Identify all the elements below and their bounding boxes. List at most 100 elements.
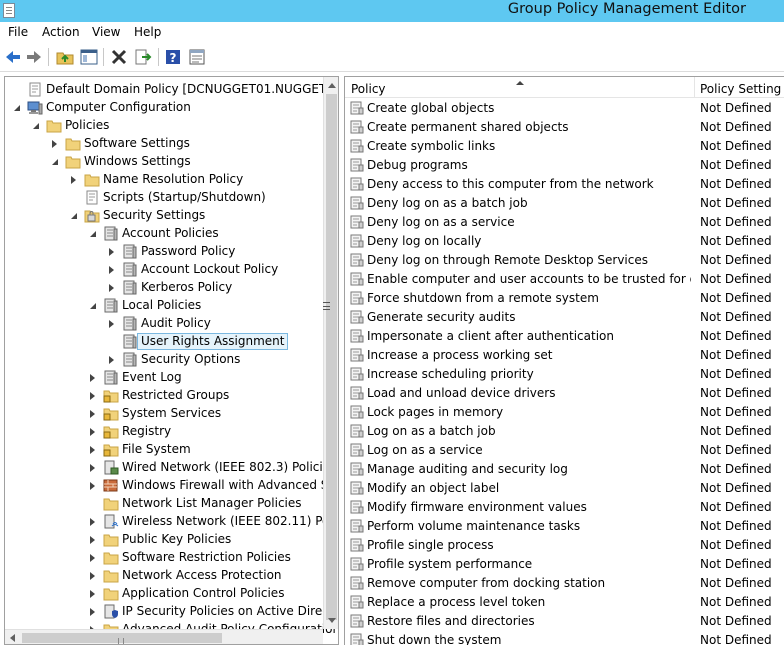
- policy-row[interactable]: Profile system performance Not Defined: [345, 555, 784, 574]
- tree-item-label[interactable]: Kerberos Policy: [141, 280, 232, 295]
- scroll-down-icon[interactable]: [328, 618, 336, 623]
- tree-vertical-scrollbar[interactable]: [323, 77, 338, 629]
- policy-row[interactable]: Force shutdown from a remote system Not D…: [345, 289, 784, 308]
- tree-item-label[interactable]: Windows Firewall with Advanced Security: [122, 478, 338, 493]
- export-list-icon[interactable]: [133, 47, 153, 67]
- policy-row[interactable]: Create global objects Not Defined: [345, 99, 784, 118]
- tree-item-label[interactable]: Software Settings: [84, 136, 190, 151]
- policy-row[interactable]: Log on as a batch job Not Defined: [345, 422, 784, 441]
- collapsed-arrow-icon[interactable]: [109, 320, 114, 328]
- tree-item-label[interactable]: Wired Network (IEEE 802.3) Policies: [122, 460, 336, 475]
- tree-item-label[interactable]: IP Security Policies on Active Directory: [122, 604, 338, 619]
- tree-item-label[interactable]: Restricted Groups: [122, 388, 229, 403]
- tree-item-label[interactable]: Account Lockout Policy: [141, 262, 278, 277]
- collapsed-arrow-icon[interactable]: [90, 554, 95, 562]
- policy-row[interactable]: Increase scheduling priority Not Defined: [345, 365, 784, 384]
- policy-row[interactable]: Restore files and directories Not Defined: [345, 612, 784, 631]
- policy-row[interactable]: Replace a process level token Not Defined: [345, 593, 784, 612]
- tree-item-label[interactable]: Security Settings: [103, 208, 205, 223]
- expanded-arrow-icon[interactable]: [33, 123, 39, 129]
- collapsed-arrow-icon[interactable]: [90, 536, 95, 544]
- tree-item-label[interactable]: Windows Settings: [84, 154, 191, 169]
- tree-item-label[interactable]: Name Resolution Policy: [103, 172, 243, 187]
- collapsed-arrow-icon[interactable]: [109, 248, 114, 256]
- policy-row[interactable]: Load and unload device drivers Not Define…: [345, 384, 784, 403]
- pane-splitter[interactable]: [323, 76, 343, 645]
- policy-row[interactable]: Enable computer and user accounts to be …: [345, 270, 784, 289]
- tree-horizontal-scrollbar[interactable]: [5, 629, 323, 644]
- expanded-arrow-icon[interactable]: [90, 231, 96, 237]
- policy-row[interactable]: Modify an object label Not Defined: [345, 479, 784, 498]
- column-header-policy[interactable]: Policy: [351, 82, 386, 96]
- tree-item-label[interactable]: File System: [122, 442, 191, 457]
- tree-item-label[interactable]: Scripts (Startup/Shutdown): [103, 190, 266, 205]
- tree-item-label[interactable]: Application Control Policies: [122, 586, 284, 601]
- scroll-up-icon[interactable]: [328, 83, 336, 88]
- tree-item-label[interactable]: Audit Policy: [141, 316, 211, 331]
- tree-item-label[interactable]: Security Options: [141, 352, 240, 367]
- policy-row[interactable]: Shut down the system Not Defined: [345, 631, 784, 645]
- policy-row[interactable]: Perform volume maintenance tasks Not Defi…: [345, 517, 784, 536]
- collapsed-arrow-icon[interactable]: [71, 176, 76, 184]
- collapsed-arrow-icon[interactable]: [90, 392, 95, 400]
- tree-item-label[interactable]: Registry: [122, 424, 171, 439]
- policy-row[interactable]: Deny log on as a service Not Defined: [345, 213, 784, 232]
- policy-row[interactable]: Modify firmware environment values Not De…: [345, 498, 784, 517]
- menu-view[interactable]: View: [92, 25, 120, 39]
- menu-action[interactable]: Action: [42, 25, 80, 39]
- collapsed-arrow-icon[interactable]: [90, 572, 95, 580]
- collapsed-arrow-icon[interactable]: [109, 284, 114, 292]
- collapsed-arrow-icon[interactable]: [109, 266, 114, 274]
- tree-item-label[interactable]: System Services: [122, 406, 221, 421]
- tree-item-label[interactable]: Account Policies: [122, 226, 219, 241]
- policy-row[interactable]: Generate security audits Not Defined: [345, 308, 784, 327]
- back-icon[interactable]: [3, 47, 23, 67]
- console-tree[interactable]: Default Domain Policy [DCNUGGET01.NUGGET…: [4, 76, 339, 645]
- tree-item-label[interactable]: Wireless Network (IEEE 802.11) Policies: [122, 514, 338, 529]
- forward-icon[interactable]: [24, 47, 44, 67]
- menu-help[interactable]: Help: [134, 25, 161, 39]
- policy-row[interactable]: Increase a process working set Not Define…: [345, 346, 784, 365]
- splitter-grip-icon[interactable]: [323, 302, 330, 310]
- policy-row[interactable]: Deny access to this computer from the ne…: [345, 175, 784, 194]
- collapsed-arrow-icon[interactable]: [90, 464, 95, 472]
- collapsed-arrow-icon[interactable]: [90, 446, 95, 454]
- tree-item-label[interactable]: Password Policy: [141, 244, 235, 259]
- tree-item-label[interactable]: Default Domain Policy [DCNUGGET01.NUGGET…: [46, 82, 338, 97]
- expanded-arrow-icon[interactable]: [52, 159, 58, 165]
- policy-row[interactable]: Lock pages in memory Not Defined: [345, 403, 784, 422]
- help-icon[interactable]: ?: [163, 47, 183, 67]
- collapsed-arrow-icon[interactable]: [52, 140, 57, 148]
- policy-row[interactable]: Deny log on through Remote Desktop Servi…: [345, 251, 784, 270]
- tree-item-label[interactable]: Public Key Policies: [122, 532, 231, 547]
- column-header-policy-setting[interactable]: Policy Setting: [700, 82, 781, 96]
- policy-row[interactable]: Impersonate a client after authenticatio…: [345, 327, 784, 346]
- policy-row[interactable]: Profile single process Not Defined: [345, 536, 784, 555]
- tree-item-label[interactable]: Network List Manager Policies: [122, 496, 302, 511]
- expanded-arrow-icon[interactable]: [90, 303, 96, 309]
- tree-item-label[interactable]: Computer Configuration: [46, 100, 191, 115]
- show-hide-tree-icon[interactable]: [79, 47, 99, 67]
- collapsed-arrow-icon[interactable]: [90, 482, 95, 490]
- tree-item-label[interactable]: Network Access Protection: [122, 568, 282, 583]
- tree-item-label[interactable]: Policies: [65, 118, 109, 133]
- collapsed-arrow-icon[interactable]: [90, 428, 95, 436]
- collapsed-arrow-icon[interactable]: [109, 356, 114, 364]
- menu-file[interactable]: File: [8, 25, 28, 39]
- scroll-left-icon[interactable]: [10, 634, 15, 642]
- collapsed-arrow-icon[interactable]: [90, 518, 95, 526]
- policy-row[interactable]: Remove computer from docking station Not …: [345, 574, 784, 593]
- policy-row[interactable]: Create symbolic links Not Defined: [345, 137, 784, 156]
- policy-row[interactable]: Log on as a service Not Defined: [345, 441, 784, 460]
- policy-row[interactable]: Debug programs Not Defined: [345, 156, 784, 175]
- policy-row[interactable]: Deny log on as a batch job Not Defined: [345, 194, 784, 213]
- column-divider[interactable]: [694, 77, 695, 98]
- delete-icon[interactable]: [109, 47, 129, 67]
- properties-icon[interactable]: [187, 47, 207, 67]
- collapsed-arrow-icon[interactable]: [90, 410, 95, 418]
- policy-row[interactable]: Create permanent shared objects Not Defin…: [345, 118, 784, 137]
- tree-item-label[interactable]: Software Restriction Policies: [122, 550, 291, 565]
- expanded-arrow-icon[interactable]: [71, 213, 77, 219]
- expanded-arrow-icon[interactable]: [14, 105, 20, 111]
- scroll-thumb[interactable]: [326, 94, 337, 620]
